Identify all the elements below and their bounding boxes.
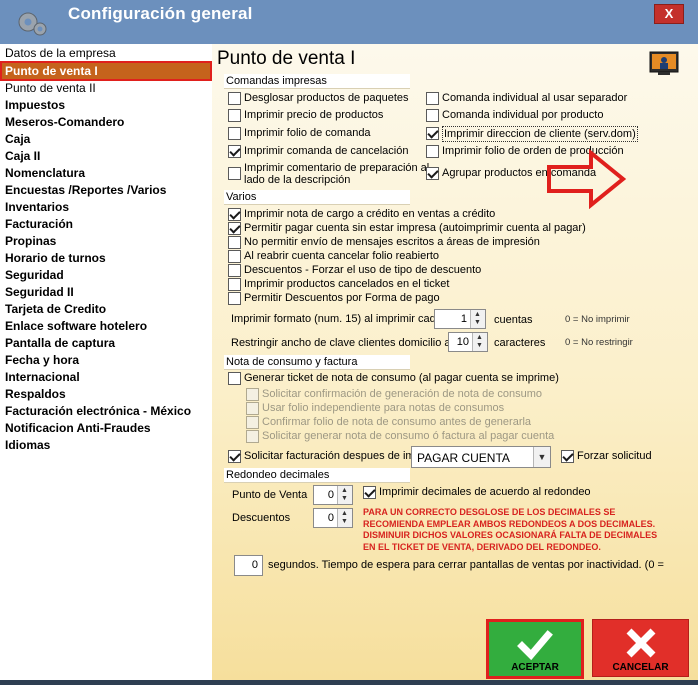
sidebar-item-idiomas[interactable]: Idiomas [5, 438, 50, 454]
sidebar: Datos de la empresa Punto de venta I Pun… [0, 44, 212, 680]
sidebar-item-propinas[interactable]: Propinas [5, 234, 56, 250]
checkbox-box[interactable] [228, 208, 241, 221]
stepper-arrows-icon[interactable]: ▲ ▼ [337, 486, 352, 504]
checkbox-box[interactable] [426, 92, 439, 105]
sidebar-item-impuestos[interactable]: Impuestos [5, 98, 65, 114]
sidebar-item-encuestas[interactable]: Encuestas /Reportes /Varios [5, 183, 166, 199]
checkbox-box[interactable] [228, 278, 241, 291]
stepper-arrows-icon[interactable]: ▲ ▼ [337, 509, 352, 527]
checkbox-box[interactable] [228, 264, 241, 277]
sidebar-item-nomenclatura[interactable]: Nomenclatura [5, 166, 85, 182]
sidebar-item-caja-2[interactable]: Caja II [5, 149, 40, 165]
checkbox-box[interactable] [228, 127, 241, 140]
facturacion-select[interactable]: PAGAR CUENTA ▼ [411, 446, 551, 468]
ancho-label: Restringir ancho de clave clientes domic… [231, 337, 451, 349]
sidebar-item-punto-venta-1[interactable]: Punto de venta I [0, 61, 212, 81]
sidebar-item-facturacion-electronica[interactable]: Facturación electrónica - México [5, 404, 191, 420]
checkbox-box[interactable] [426, 109, 439, 122]
stepper-arrows-icon[interactable]: ▲ ▼ [472, 333, 487, 351]
checkmark-icon [517, 630, 553, 661]
sidebar-item-meseros[interactable]: Meseros-Comandero [5, 115, 124, 131]
sidebar-item-pantalla-captura[interactable]: Pantalla de captura [5, 336, 115, 352]
sidebar-item-horario[interactable]: Horario de turnos [5, 251, 106, 267]
checkbox-box[interactable] [228, 109, 241, 122]
formato-unit: cuentas [494, 314, 533, 326]
checkbox-box[interactable] [561, 450, 574, 463]
sidebar-item-punto-venta-2[interactable]: Punto de venta II [5, 81, 96, 97]
sidebar-item-seguridad[interactable]: Seguridad [5, 268, 64, 284]
sidebar-item-tarjeta[interactable]: Tarjeta de Credito [5, 302, 106, 318]
stepper-arrows-icon[interactable]: ▲ ▼ [470, 310, 485, 328]
cancel-label: CANCELAR [612, 662, 669, 673]
checkbox-box[interactable] [426, 167, 439, 180]
redondeo-warning: PARA UN CORRECTO DESGLOSE DE LOS DECIMAL… [363, 507, 658, 552]
punto-venta-stepper[interactable]: 0 ▲ ▼ [313, 485, 353, 505]
sidebar-item-label: Punto de venta I [5, 64, 98, 78]
accept-button[interactable]: ACEPTAR [486, 619, 584, 679]
checkbox-box[interactable] [228, 236, 241, 249]
checkbox-box[interactable] [426, 145, 439, 158]
espera-label: segundos. Tiempo de espera para cerrar p… [268, 559, 664, 571]
sidebar-item-enlace-hotelero[interactable]: Enlace software hotelero [5, 319, 147, 335]
sidebar-item-datos-empresa[interactable]: Datos de la empresa [5, 46, 116, 62]
punto-venta-label: Punto de Venta [232, 489, 308, 501]
group-redondeo: Redondeo decimales [224, 468, 410, 483]
window-title: Configuración general [68, 4, 253, 23]
monitor-icon[interactable] [649, 51, 679, 77]
checkbox-box [246, 416, 259, 429]
checkbox-box[interactable] [228, 372, 241, 385]
ancho-hint: 0 = No restringir [565, 337, 633, 348]
checkbox-box[interactable] [426, 127, 439, 140]
checkbox-box[interactable] [228, 92, 241, 105]
descuentos-label: Descuentos [232, 512, 291, 524]
close-button[interactable]: X [654, 4, 684, 24]
sidebar-item-facturacion[interactable]: Facturación [5, 217, 73, 233]
sidebar-item-fecha-hora[interactable]: Fecha y hora [5, 353, 79, 369]
sidebar-item-caja[interactable]: Caja [5, 132, 30, 148]
cancel-button[interactable]: CANCELAR [592, 619, 689, 677]
checkbox-box [246, 430, 259, 443]
sidebar-item-inventarios[interactable]: Inventarios [5, 200, 69, 216]
checkbox-box[interactable] [228, 222, 241, 235]
title-bar: Configuración general X [0, 0, 698, 44]
formato-stepper[interactable]: 1 ▲ ▼ [434, 309, 486, 329]
descuentos-stepper[interactable]: 0 ▲ ▼ [313, 508, 353, 528]
settings-panel: Punto de venta I Comandas impresas Desgl… [212, 44, 698, 680]
accept-label: ACEPTAR [511, 662, 559, 673]
group-nota-consumo: Nota de consumo y factura [224, 355, 410, 370]
sidebar-item-anti-fraudes[interactable]: Notificacion Anti-Fraudes [5, 421, 151, 437]
group-varios: Varios [224, 190, 410, 205]
taskbar-strip [0, 680, 698, 685]
chevron-down-icon[interactable]: ▼ [533, 447, 550, 467]
checkbox-box[interactable] [228, 145, 241, 158]
ancho-unit: caracteres [494, 337, 546, 349]
gears-icon [18, 12, 47, 36]
checkbox-box[interactable] [363, 486, 376, 499]
checkbox-box[interactable] [228, 250, 241, 263]
espera-input[interactable]: 0 [234, 555, 263, 576]
close-icon [626, 628, 656, 658]
checkbox-box[interactable] [228, 167, 241, 180]
formato-hint: 0 = No imprimir [565, 314, 630, 325]
page-title: Punto de venta I [217, 48, 356, 69]
sidebar-item-respaldos[interactable]: Respaldos [5, 387, 66, 403]
sidebar-item-internacional[interactable]: Internacional [5, 370, 80, 386]
checkbox-box [246, 402, 259, 415]
checkbox-box[interactable] [228, 450, 241, 463]
group-comandas-impresas: Comandas impresas [224, 74, 410, 89]
checkbox-box [246, 388, 259, 401]
checkbox-box[interactable] [228, 292, 241, 305]
sidebar-item-seguridad-2[interactable]: Seguridad II [5, 285, 74, 301]
ancho-stepper[interactable]: 10 ▲ ▼ [448, 332, 488, 352]
formato-label: Imprimir formato (num. 15) al imprimir c… [231, 313, 442, 325]
